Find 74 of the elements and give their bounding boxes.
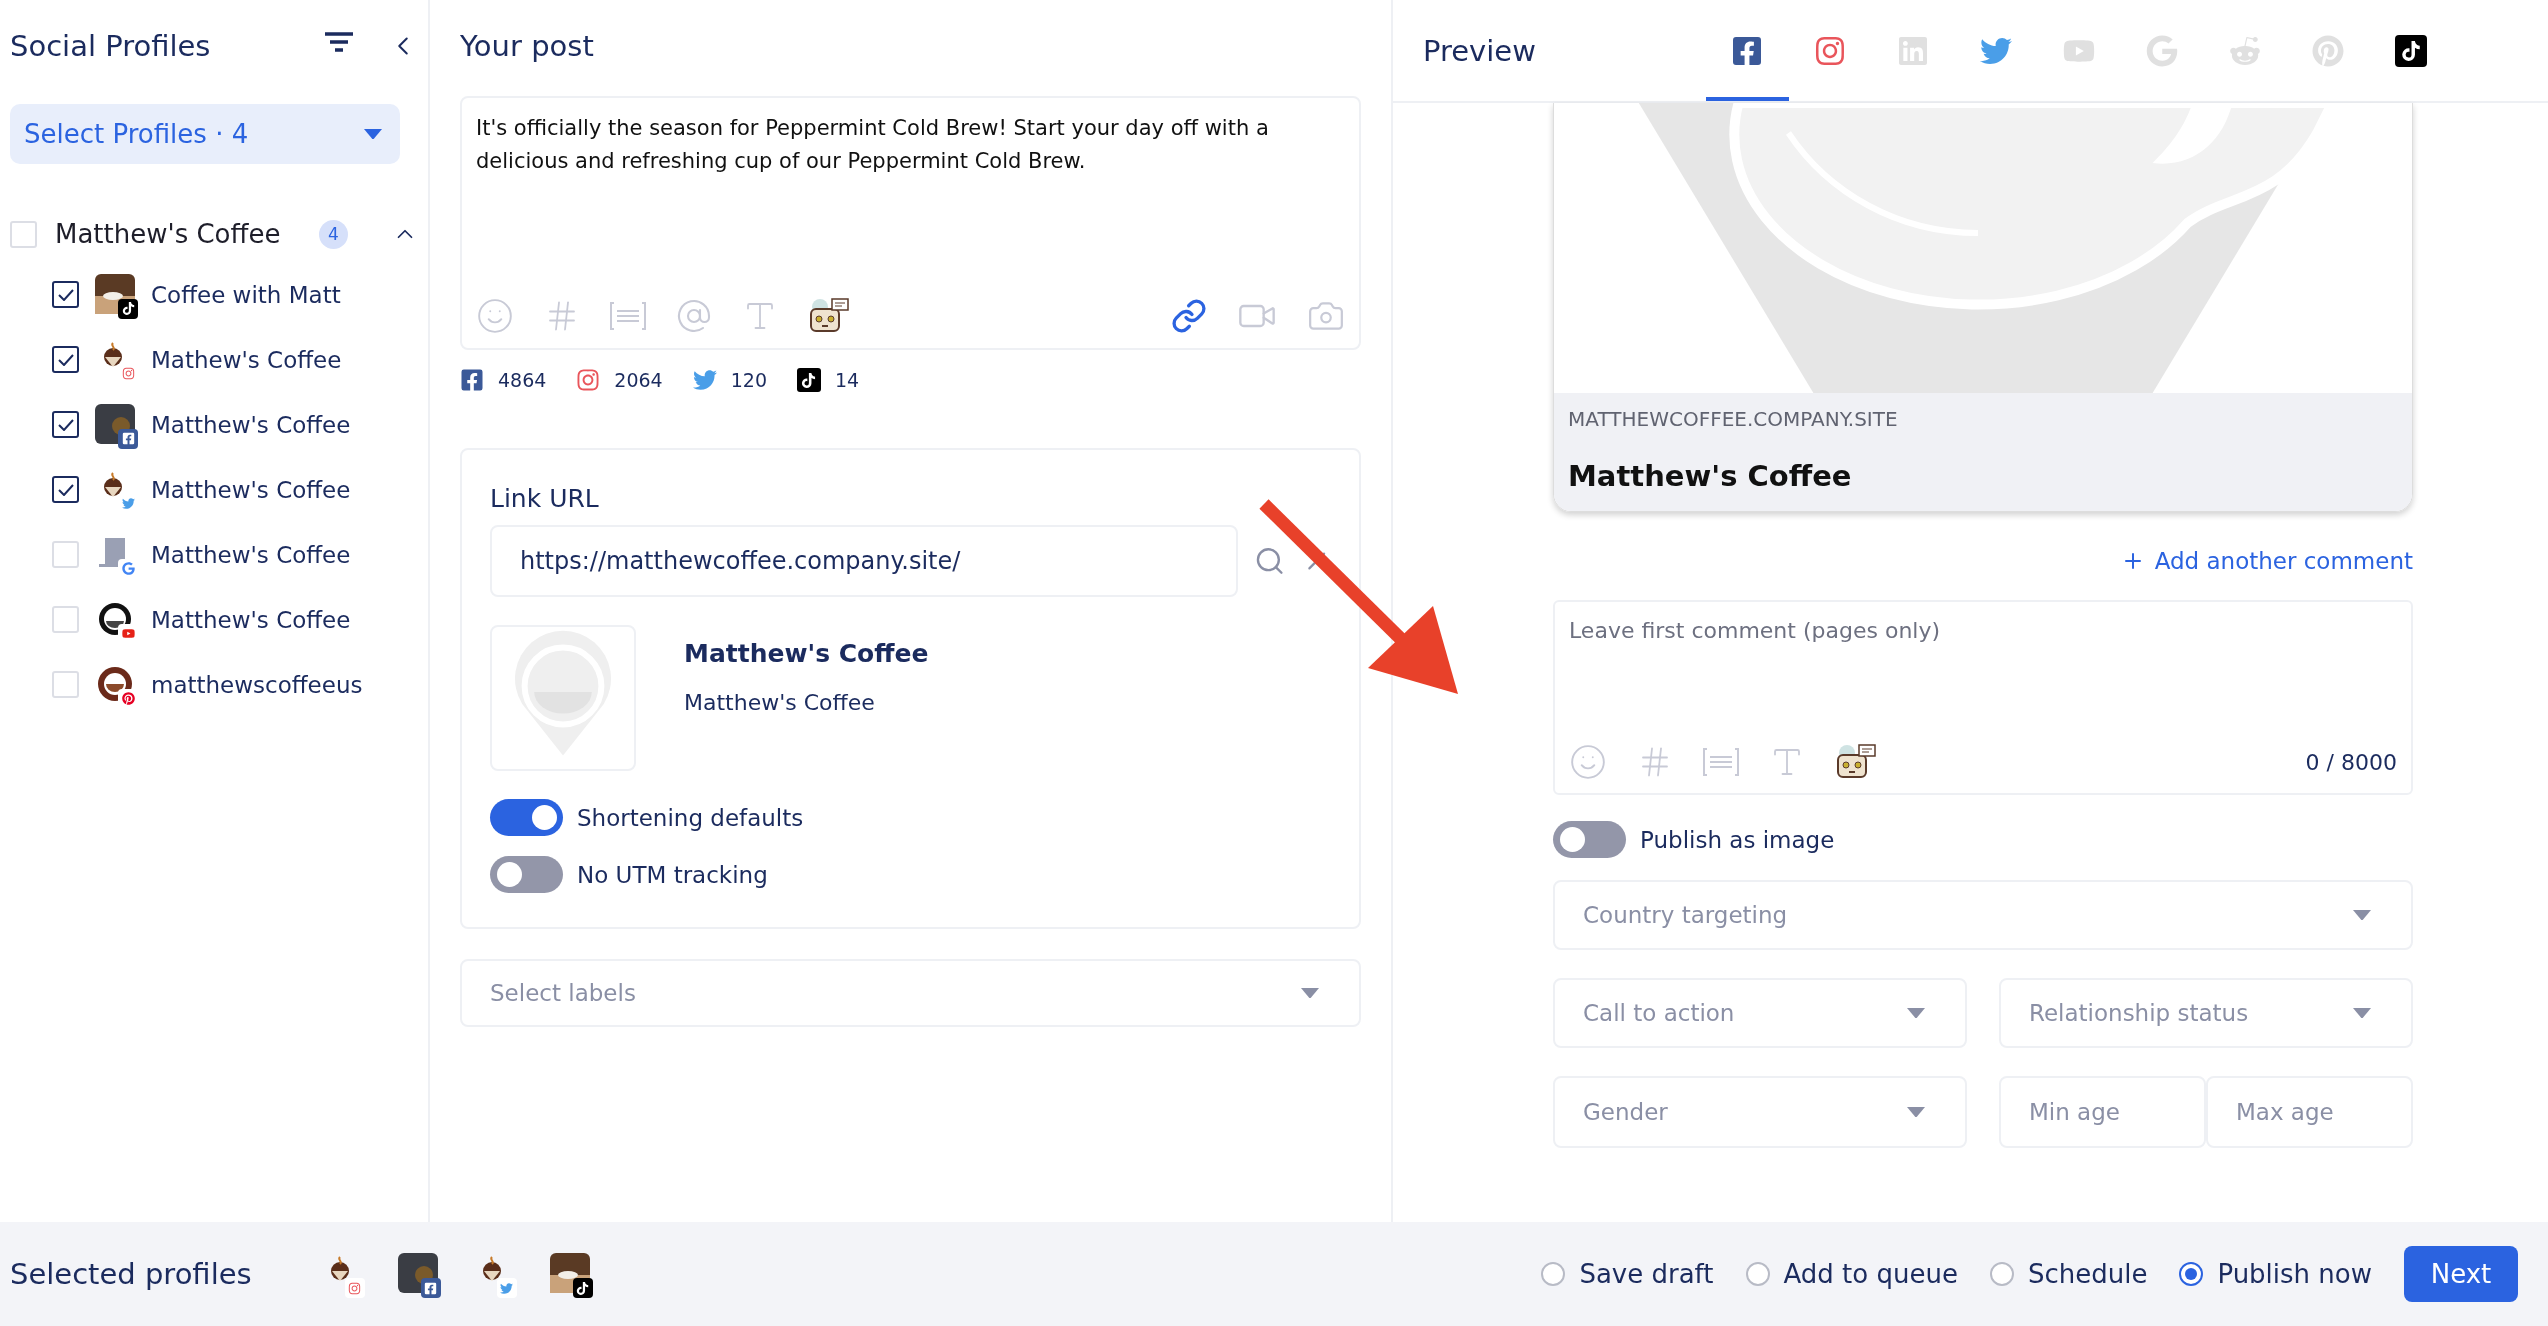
footer-title: Selected profiles (10, 1257, 252, 1291)
profile-avatar-icon (95, 273, 135, 316)
link-domain: MATTHEWCOFFEE.COMPANY.SITE (1568, 407, 1899, 431)
check-icon (57, 353, 74, 366)
tiktok-icon (797, 368, 821, 392)
profile-name: Matthew's Coffee (151, 541, 351, 568)
next-button[interactable]: Next (2404, 1246, 2518, 1302)
profile-name: Mathew's Coffee (151, 346, 342, 373)
link-description: Matthew's Coffee (684, 690, 876, 715)
group-name: Matthew's Coffee (55, 219, 282, 249)
facebook-icon (460, 368, 484, 392)
character-counter: 0 / 8000 (2305, 749, 2397, 775)
robot-icon[interactable] (1835, 743, 1877, 781)
publish-option[interactable]: Add to queue (1745, 1259, 1958, 1289)
profile-name: matthewscoffeeus (151, 671, 363, 698)
check-icon (57, 288, 74, 301)
toggle-label: No UTM tracking (577, 861, 768, 888)
instagram-icon (576, 368, 601, 392)
publish-option[interactable]: Publish now (2179, 1259, 2372, 1289)
check-icon (57, 418, 74, 431)
publish-option[interactable]: Save draft (1541, 1259, 1714, 1289)
mention-icon[interactable] (676, 298, 712, 334)
text-block-icon[interactable] (610, 301, 646, 331)
url-field[interactable]: https://matthewcoffee.company.site/ (490, 525, 1239, 597)
profile-name: Matthew's Coffee (151, 606, 351, 633)
profile-avatar-icon (549, 1253, 590, 1295)
post-editor[interactable]: It's officially the season for Peppermint Cold Brew! Start your day off with a delicious and refreshing cup of our Peppermint Cold Brew. (460, 96, 1361, 350)
caret-icon (1907, 1007, 1925, 1019)
emoji-icon[interactable] (1569, 743, 1607, 781)
checkbox[interactable] (52, 346, 79, 373)
search-icon[interactable] (1254, 545, 1286, 577)
comment-field[interactable]: Leave first comment (pages only) (1555, 602, 2411, 743)
profile-name: Matthew's Coffee (151, 476, 351, 503)
select-profiles-dropdown[interactable]: Select Profiles · 4 (10, 104, 400, 164)
checkbox[interactable] (52, 476, 79, 503)
panel-title: Social Profiles (10, 29, 211, 63)
caret-icon (364, 128, 382, 140)
field-label: Link URL (490, 484, 600, 513)
post-text-field[interactable]: It's officially the season for Peppermint Cold Brew! Start your day off with a delicious and refreshing cup of our Peppermint Cold Brew. (462, 98, 1359, 296)
caret-icon (2353, 909, 2371, 921)
character-count: 2064 (614, 369, 663, 391)
publish-option[interactable]: Schedule (1989, 1259, 2148, 1289)
toggle-label: Shortening defaults (577, 804, 804, 831)
panel-title: Preview (1423, 33, 1536, 68)
check-icon (57, 483, 74, 496)
text-block-icon[interactable] (1703, 747, 1739, 777)
link-icon[interactable] (1171, 298, 1207, 334)
profile-name: Matthew's Coffee (151, 411, 351, 438)
toggle-switch[interactable] (490, 856, 563, 893)
checkbox[interactable] (52, 411, 79, 438)
caret-icon (1907, 1106, 1925, 1118)
robot-icon[interactable] (808, 297, 850, 335)
profile-avatar-icon (95, 403, 135, 446)
emoji-icon[interactable] (476, 297, 514, 335)
toggle-label: Publish as image (1640, 826, 1835, 853)
comment-editor[interactable]: Leave first comment (pages only) 0 / 8000 (1553, 600, 2413, 795)
profile-avatar-icon (397, 1253, 438, 1295)
character-count: 4864 (498, 369, 547, 391)
panel-title: Your post (460, 29, 594, 63)
toggle-switch[interactable] (1553, 821, 1626, 858)
caret-icon (2353, 1007, 2371, 1019)
caret-icon (1301, 987, 1319, 999)
character-count: 14 (835, 369, 860, 391)
toggle-switch[interactable] (490, 799, 563, 836)
profile-name: Coffee with Matt (151, 281, 341, 308)
character-count: 120 (730, 369, 767, 391)
link-title: Matthew's Coffee (684, 639, 929, 668)
add-comment-link[interactable]: Add another comment (2120, 548, 2413, 574)
twitter-icon (692, 368, 717, 392)
link-title: Matthew's Coffee (1568, 459, 1853, 493)
max-age-field[interactable]: Max age (2206, 1076, 2413, 1148)
checkbox[interactable] (52, 281, 79, 308)
count-badge: 4 (319, 219, 348, 249)
min-age-field[interactable]: Min age (1999, 1076, 2206, 1148)
